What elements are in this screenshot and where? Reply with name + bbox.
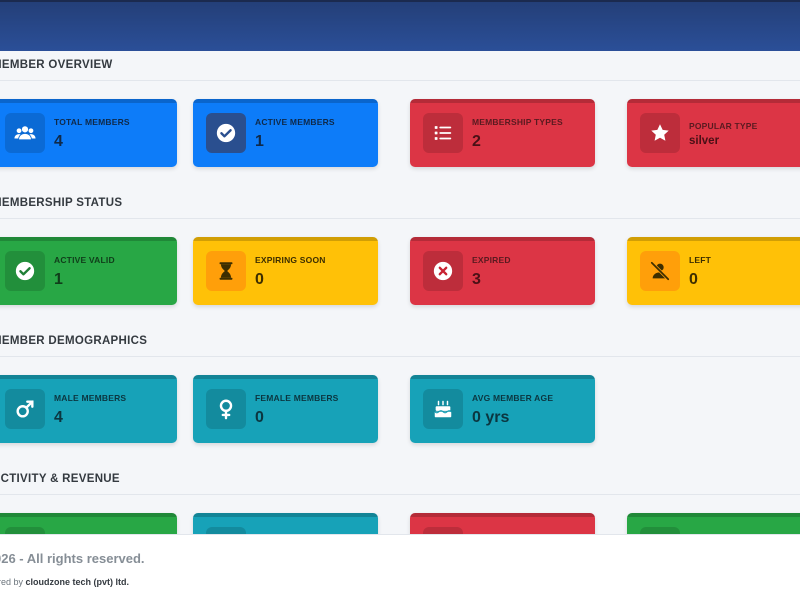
card-expiring-soon[interactable]: EXPIRING SOON 0 <box>193 237 378 305</box>
check-circle-icon <box>206 113 246 153</box>
copyright-text: 026 - All rights reserved. <box>0 551 145 566</box>
card-male-members[interactable]: MALE MEMBERS 4 <box>0 375 177 443</box>
card-active-members[interactable]: ACTIVE MEMBERS 1 <box>193 99 378 167</box>
card-value: 1 <box>54 271 63 288</box>
card-value: 0 <box>689 271 698 288</box>
card-label: EXPIRING SOON <box>255 255 326 265</box>
card-value: 2 <box>472 133 481 150</box>
card-value: 1 <box>255 133 264 150</box>
card-value: 4 <box>54 409 63 426</box>
users-icon <box>5 113 45 153</box>
card-activity-3[interactable] <box>410 513 595 534</box>
section-header-activity-revenue: ACTIVITY & REVENUE <box>0 465 800 495</box>
card-female-members[interactable]: FEMALE MEMBERS 0 <box>193 375 378 443</box>
card-icon-placeholder <box>206 527 246 534</box>
section-header-membership-status: MEMBERSHIP STATUS <box>0 189 800 219</box>
card-label: AVG MEMBER AGE <box>472 393 554 403</box>
card-value: 0 <box>255 271 264 288</box>
card-label: POPULAR TYPE <box>689 121 758 131</box>
card-label: ACTIVE VALID <box>54 255 115 265</box>
card-activity-1[interactable] <box>0 513 177 534</box>
section-title: MEMBERSHIP STATUS <box>0 197 123 209</box>
section-title: MEMBER OVERVIEW <box>0 59 113 71</box>
section-title: ACTIVITY & REVENUE <box>0 473 120 485</box>
top-navbar <box>0 0 800 51</box>
card-avg-member-age[interactable]: AVG MEMBER AGE 0 yrs <box>410 375 595 443</box>
card-icon-placeholder <box>423 527 463 534</box>
card-label: EXPIRED <box>472 255 511 265</box>
card-value: 0 yrs <box>472 409 510 426</box>
card-activity-4[interactable] <box>627 513 800 534</box>
female-icon <box>206 389 246 429</box>
card-value: 0 <box>255 409 264 426</box>
card-value: 4 <box>54 133 63 150</box>
card-value: 3 <box>472 271 481 288</box>
powered-by-prefix: red by <box>0 577 26 587</box>
section-title: MEMBER DEMOGRAPHICS <box>0 335 148 347</box>
card-icon-placeholder <box>5 527 45 534</box>
footer: 026 - All rights reserved. red by cloudz… <box>0 534 800 600</box>
check-circle-icon <box>5 251 45 291</box>
card-active-valid[interactable]: ACTIVE VALID 1 <box>0 237 177 305</box>
star-icon <box>640 113 680 153</box>
male-icon <box>5 389 45 429</box>
powered-by-text: red by cloudzone tech (pvt) ltd. <box>0 577 129 587</box>
x-circle-icon <box>423 251 463 291</box>
card-left[interactable]: LEFT 0 <box>627 237 800 305</box>
card-label: FEMALE MEMBERS <box>255 393 339 403</box>
card-popular-type[interactable]: POPULAR TYPE silver <box>627 99 800 167</box>
card-label: TOTAL MEMBERS <box>54 117 130 127</box>
hourglass-icon <box>206 251 246 291</box>
section-header-member-demographics: MEMBER DEMOGRAPHICS <box>0 327 800 357</box>
card-value: silver <box>689 135 720 147</box>
card-label: ACTIVE MEMBERS <box>255 117 335 127</box>
card-icon-placeholder <box>640 527 680 534</box>
card-label: MEMBERSHIP TYPES <box>472 117 563 127</box>
card-label: MALE MEMBERS <box>54 393 127 403</box>
card-membership-types[interactable]: MEMBERSHIP TYPES 2 <box>410 99 595 167</box>
company-name: cloudzone tech (pvt) ltd. <box>25 577 130 587</box>
cake-icon <box>423 389 463 429</box>
card-label: LEFT <box>689 255 712 265</box>
list-icon <box>423 113 463 153</box>
section-header-member-overview: MEMBER OVERVIEW <box>0 51 800 81</box>
card-activity-2[interactable] <box>193 513 378 534</box>
card-total-members[interactable]: TOTAL MEMBERS 4 <box>0 99 177 167</box>
card-expired[interactable]: EXPIRED 3 <box>410 237 595 305</box>
dashboard-content: MEMBER OVERVIEW TOTAL MEMBERS 4 ACTIVE M… <box>0 51 800 534</box>
user-slash-icon <box>640 251 680 291</box>
